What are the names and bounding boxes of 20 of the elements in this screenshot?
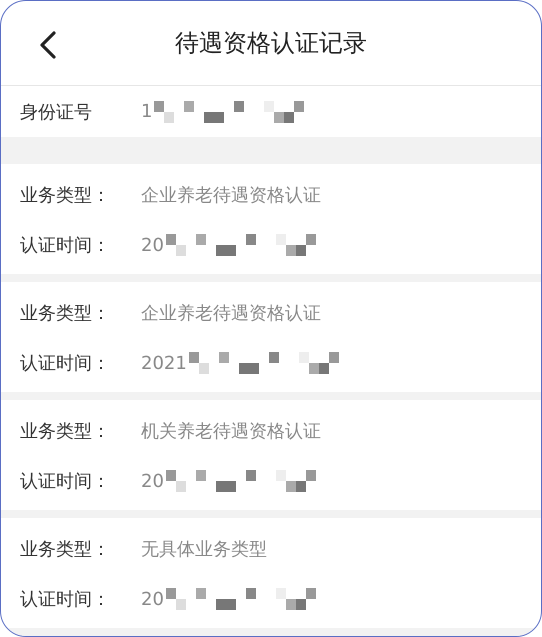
field-value: 20 <box>141 588 164 610</box>
field-label: 业务类型： <box>20 420 111 443</box>
field-label: 认证时间： <box>20 352 111 375</box>
field-value: 2021 <box>141 352 187 374</box>
field-value: 20 <box>141 234 164 256</box>
page-title: 待遇资格认证记录 <box>175 28 367 59</box>
field-label: 业务类型： <box>20 184 111 207</box>
field-value: 机关养老待遇资格认证 <box>141 420 321 443</box>
field-label: 业务类型： <box>20 538 111 561</box>
field-value: 20 <box>141 470 164 492</box>
field-value: 企业养老待遇资格认证 <box>141 184 321 207</box>
field-value: 企业养老待遇资格认证 <box>141 302 321 325</box>
field-value: 1 <box>141 101 152 122</box>
field-label: 身份证号 <box>20 100 93 124</box>
field-value: 无具体业务类型 <box>141 538 267 561</box>
field-label: 认证时间： <box>20 234 111 257</box>
back-icon[interactable] <box>39 31 57 59</box>
field-label: 业务类型： <box>20 302 111 325</box>
field-label: 认证时间： <box>20 470 111 493</box>
field-label: 认证时间： <box>20 588 111 611</box>
